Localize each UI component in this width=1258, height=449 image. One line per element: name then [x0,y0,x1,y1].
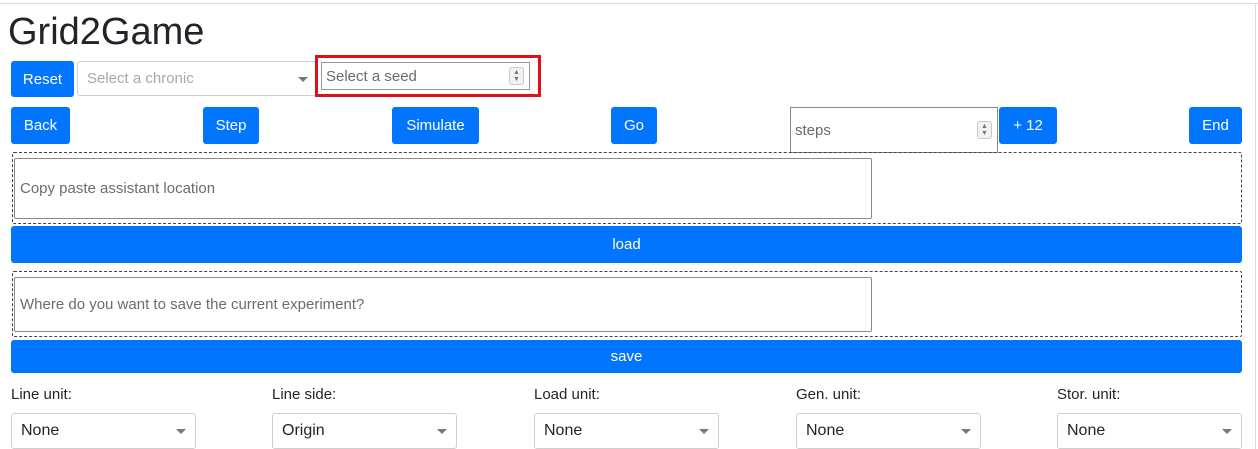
spinner-arrows-icon[interactable]: ▲ ▼ [977,121,992,139]
load-unit-label: Load unit: [534,386,600,403]
gen-unit-select[interactable]: None [796,413,981,449]
load-button[interactable]: load [11,226,1242,263]
line-unit-label: Line unit: [11,386,72,403]
stor-unit-select[interactable]: None [1057,413,1242,449]
stor-unit-label: Stor. unit: [1057,386,1121,403]
chronic-select-placeholder: Select a chronic [87,70,194,87]
chronic-select[interactable]: Select a chronic [77,61,317,96]
reset-button[interactable]: Reset [11,61,74,97]
end-button[interactable]: End [1189,107,1242,144]
save-button[interactable]: save [11,340,1242,373]
right-border [1255,3,1256,449]
load-unit-value: None [544,422,583,439]
save-location-input[interactable]: Where do you want to save the current ex… [14,277,872,332]
chevron-down-icon [699,429,709,434]
line-unit-select[interactable]: None [11,413,196,449]
chevron-down-icon [961,429,971,434]
line-unit-value: None [21,422,60,439]
back-button[interactable]: Back [11,107,70,144]
assistant-location-input[interactable]: Copy paste assistant location [14,158,872,219]
chevron-down-icon [437,429,447,434]
top-border [0,3,1258,4]
steps-input[interactable]: steps ▲ ▼ [790,107,998,153]
simulate-button[interactable]: Simulate [392,107,479,144]
go-button[interactable]: Go [611,107,657,144]
line-side-label: Line side: [272,386,337,403]
line-side-select[interactable]: Origin [272,413,457,449]
plus-steps-button[interactable]: + 12 [999,107,1057,144]
chevron-down-icon [1222,429,1232,434]
assistant-location-placeholder: Copy paste assistant location [20,180,216,197]
gen-unit-label: Gen. unit: [796,386,862,403]
chevron-down-icon [298,76,308,82]
line-side-value: Origin [282,422,325,439]
save-location-placeholder: Where do you want to save the current ex… [20,296,365,313]
seed-highlight-box [315,55,541,97]
steps-input-placeholder: steps [795,121,831,139]
chevron-down-icon [176,429,186,434]
page-title: Grid2Game [8,11,205,53]
load-unit-select[interactable]: None [534,413,719,449]
stor-unit-value: None [1067,422,1106,439]
gen-unit-value: None [806,422,845,439]
step-button[interactable]: Step [203,107,259,144]
